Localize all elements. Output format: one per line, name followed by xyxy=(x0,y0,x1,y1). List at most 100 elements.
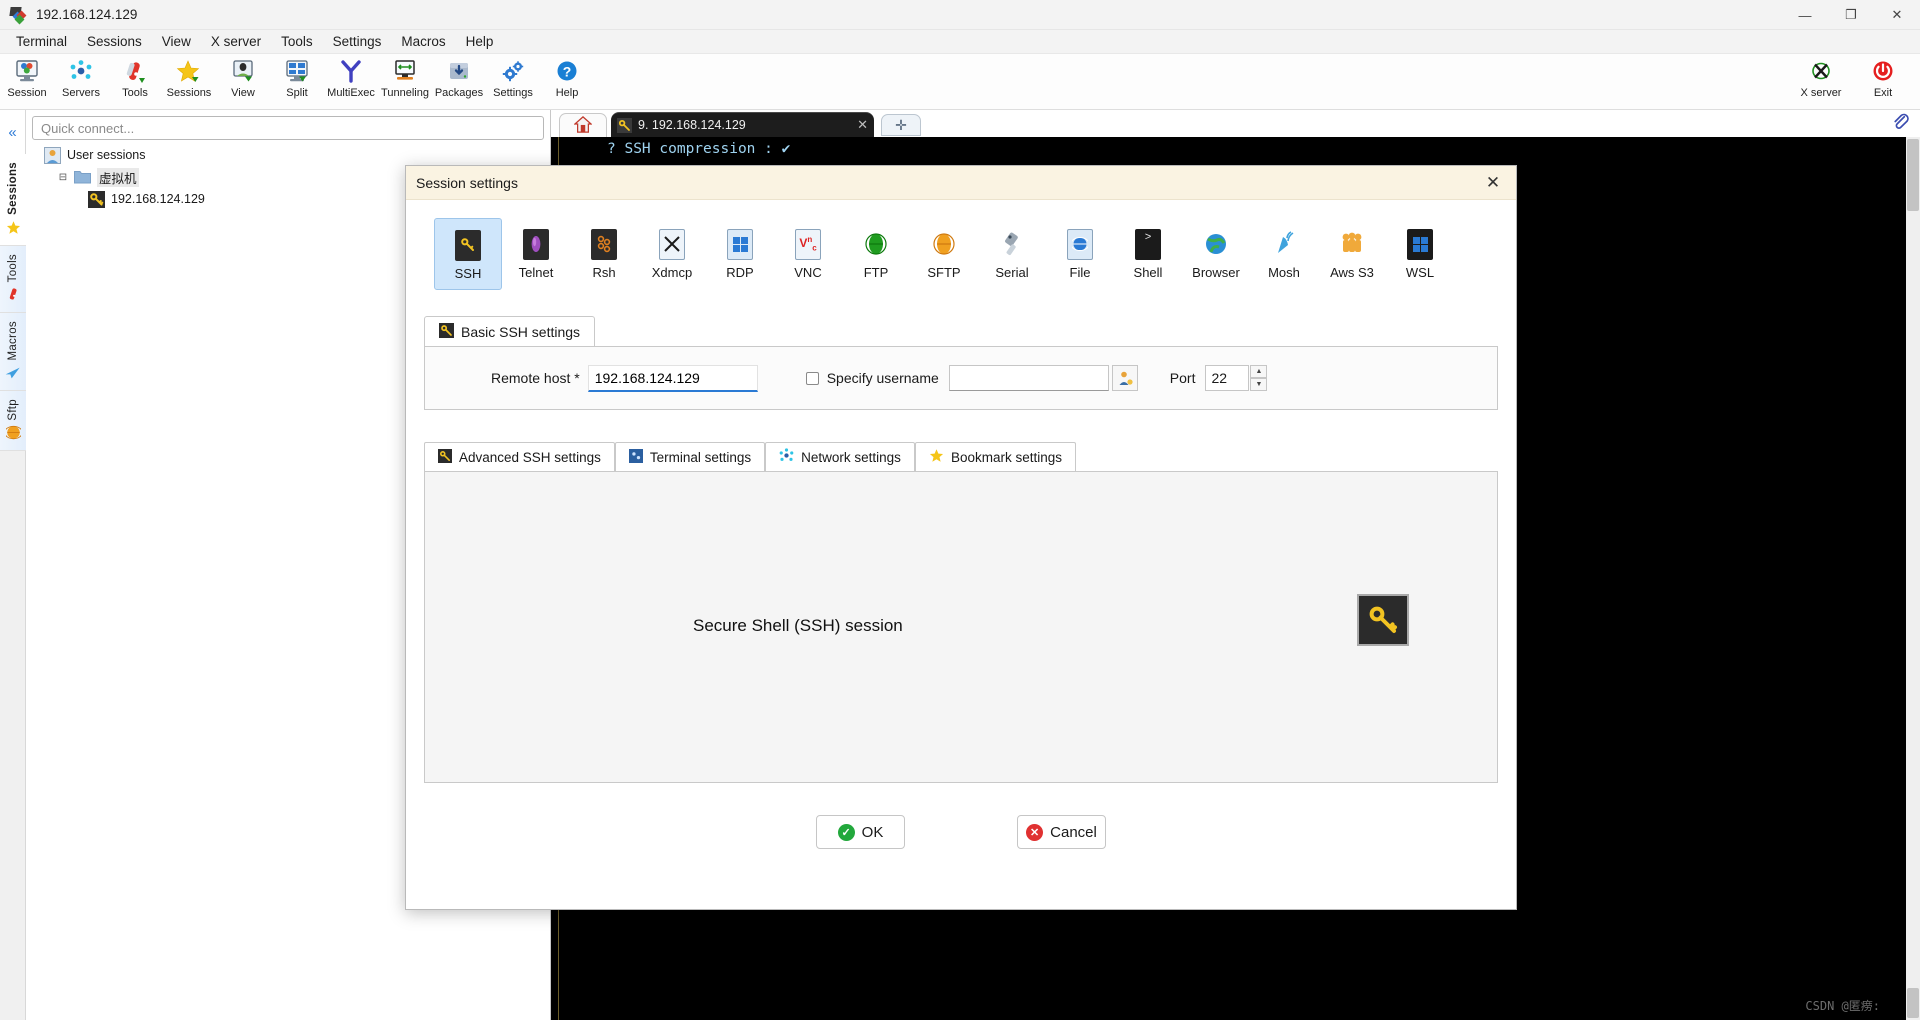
toolbar-view[interactable]: View xyxy=(216,56,270,99)
collapse-sidebar-button[interactable]: « xyxy=(0,110,25,154)
toolbar-sessions[interactable]: Sessions xyxy=(162,56,216,99)
ok-button[interactable]: ✓ OK xyxy=(816,815,905,849)
toolbar-settings-label: Settings xyxy=(493,87,533,99)
session-type-sftp-label: SFTP xyxy=(927,265,961,280)
rsh-icon xyxy=(591,227,617,261)
remote-host-input[interactable] xyxy=(587,364,758,392)
tab-advanced-ssh-settings[interactable]: Advanced SSH settings xyxy=(424,442,615,471)
rdp-icon xyxy=(727,227,753,261)
xserver-icon xyxy=(1806,59,1836,85)
home-icon xyxy=(573,115,593,136)
session-type-rsh[interactable]: Rsh xyxy=(570,218,638,290)
toolbar-tools-label: Tools xyxy=(122,87,148,99)
rail-tab-macros[interactable]: Macros xyxy=(0,313,26,391)
menu-tools[interactable]: Tools xyxy=(271,32,323,51)
toolbar-packages-label: Packages xyxy=(434,87,484,99)
home-tab[interactable] xyxy=(559,113,607,137)
cancel-button[interactable]: ✕ Cancel xyxy=(1017,815,1106,849)
toolbar-exit[interactable]: Exit xyxy=(1852,56,1914,99)
minimize-button[interactable]: — xyxy=(1782,0,1828,30)
key-icon xyxy=(88,190,105,208)
ok-button-label: OK xyxy=(861,823,884,841)
session-type-vnc[interactable]: Vnc VNC xyxy=(774,218,842,290)
vnc-icon: Vnc xyxy=(795,227,821,261)
terminal-icon xyxy=(628,448,643,466)
toolbar-servers-label: Servers xyxy=(62,87,100,99)
port-spin-down[interactable]: ▼ xyxy=(1250,378,1268,391)
toolbar-exit-label: Exit xyxy=(1873,87,1893,99)
toolbar-multiexec[interactable]: MultiExec xyxy=(324,56,378,99)
session-type-ftp[interactable]: FTP xyxy=(842,218,910,290)
port-input[interactable]: 22 xyxy=(1205,365,1250,391)
port-label: Port xyxy=(1169,370,1196,386)
port-spin-up[interactable]: ▲ xyxy=(1250,365,1268,378)
menu-macros[interactable]: Macros xyxy=(391,32,455,51)
serial-icon xyxy=(999,227,1025,261)
session-type-vnc-label: VNC xyxy=(794,265,822,280)
rail-tab-sftp[interactable]: Sftp xyxy=(0,390,26,452)
session-type-aws-s3[interactable]: Aws S3 xyxy=(1318,218,1386,290)
tree-expand-toggle[interactable]: ⊟ xyxy=(56,172,70,183)
specify-username-checkbox[interactable] xyxy=(805,371,819,385)
session-type-rdp[interactable]: RDP xyxy=(706,218,774,290)
key-icon xyxy=(1357,594,1409,646)
toolbar-split[interactable]: Split xyxy=(270,56,324,99)
tab-terminal-settings[interactable]: Terminal settings xyxy=(614,442,766,471)
ssh-icon xyxy=(455,228,481,262)
session-type-ssh[interactable]: SSH xyxy=(434,218,502,290)
session-type-xdmcp-label: Xdmcp xyxy=(651,265,693,280)
session-type-file[interactable]: File xyxy=(1046,218,1114,290)
toolbar-help[interactable]: ? Help xyxy=(540,56,594,99)
menu-terminal[interactable]: Terminal xyxy=(6,32,77,51)
session-type-sftp[interactable]: SFTP xyxy=(910,218,978,290)
terminal-scrollbar[interactable] xyxy=(1906,137,1920,1020)
tab-bookmark-settings[interactable]: Bookmark settings xyxy=(914,442,1076,471)
rail-tab-tools-label: Tools xyxy=(7,253,19,283)
toolbar-servers[interactable]: Servers xyxy=(54,56,108,99)
quick-connect-input[interactable]: Quick connect... xyxy=(32,116,544,140)
tab-basic-ssh-settings[interactable]: Basic SSH settings xyxy=(424,316,596,346)
session-type-mosh[interactable]: Mosh xyxy=(1250,218,1318,290)
toolbar-xserver[interactable]: X server xyxy=(1790,56,1852,99)
rail-tab-sessions-label: Sessions xyxy=(7,162,19,215)
rail-tab-tools[interactable]: Tools xyxy=(0,245,26,314)
menu-sessions[interactable]: Sessions xyxy=(77,32,152,51)
tab-network-settings[interactable]: Network settings xyxy=(765,442,915,471)
toolbar-tunneling[interactable]: Tunneling xyxy=(378,56,432,99)
rail-tab-sessions[interactable]: Sessions xyxy=(0,154,26,246)
menu-help[interactable]: Help xyxy=(456,32,504,51)
scrollbar-thumb-bottom[interactable] xyxy=(1907,988,1919,1018)
title-bar: 192.168.124.129 — ❐ ✕ xyxy=(0,0,1920,30)
file-icon xyxy=(1067,227,1093,261)
session-icon xyxy=(12,59,42,85)
close-icon: ✕ xyxy=(1026,823,1044,841)
scrollbar-thumb[interactable] xyxy=(1907,139,1919,211)
session-type-browser[interactable]: Browser xyxy=(1182,218,1250,290)
terminal-tab-active[interactable]: 9. 192.168.124.129 ✕ xyxy=(611,112,874,137)
session-type-telnet[interactable]: Telnet xyxy=(502,218,570,290)
maximize-button[interactable]: ❐ xyxy=(1828,0,1874,30)
dialog-close-icon[interactable]: ✕ xyxy=(1480,173,1506,193)
menu-xserver[interactable]: X server xyxy=(201,32,271,51)
session-type-serial[interactable]: Serial xyxy=(978,218,1046,290)
new-tab-button[interactable]: ✛ xyxy=(881,114,921,136)
tree-root-user-sessions[interactable]: User sessions xyxy=(32,144,550,166)
cancel-button-label: Cancel xyxy=(1050,823,1097,841)
check-icon: ✓ xyxy=(837,823,855,841)
paperclip-icon[interactable] xyxy=(1891,112,1910,136)
user-picker-icon[interactable] xyxy=(1111,365,1138,391)
session-type-wsl[interactable]: WSL xyxy=(1386,218,1454,290)
toolbar-session[interactable]: Session xyxy=(0,56,54,99)
session-type-xdmcp[interactable]: Xdmcp xyxy=(638,218,706,290)
username-input[interactable] xyxy=(948,365,1109,391)
tunneling-icon xyxy=(390,59,420,85)
app-logo-icon xyxy=(9,6,28,24)
menu-view[interactable]: View xyxy=(152,32,201,51)
toolbar-tools[interactable]: Tools xyxy=(108,56,162,99)
toolbar-packages[interactable]: Packages xyxy=(432,56,486,99)
close-button[interactable]: ✕ xyxy=(1874,0,1920,30)
toolbar-settings[interactable]: Settings xyxy=(486,56,540,99)
close-icon[interactable]: ✕ xyxy=(857,117,868,133)
session-type-shell[interactable]: > Shell xyxy=(1114,218,1182,290)
menu-settings[interactable]: Settings xyxy=(323,32,392,51)
